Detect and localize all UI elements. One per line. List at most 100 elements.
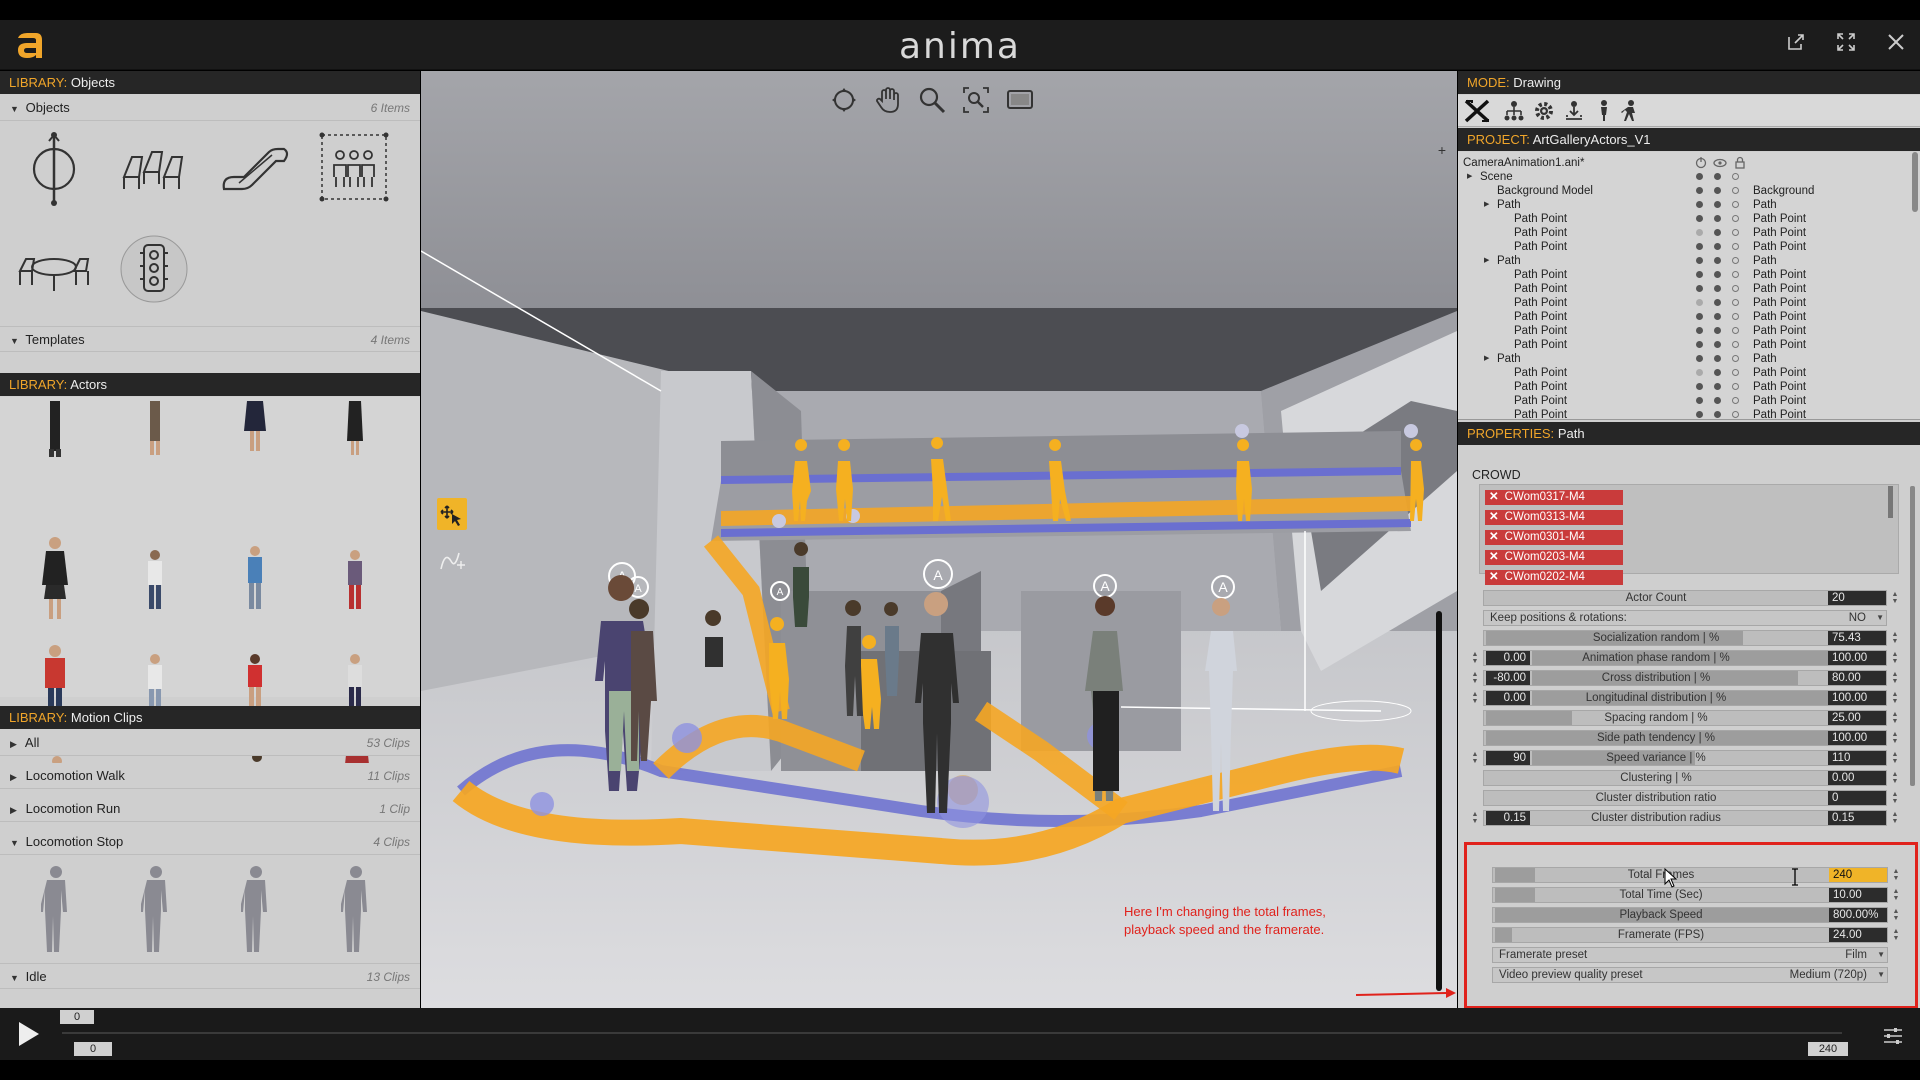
actor-thumbnail[interactable]	[242, 543, 268, 623]
property-value[interactable]: 25.00	[1828, 711, 1886, 725]
tree-scrollbar[interactable]	[1912, 152, 1918, 212]
eye-dot[interactable]	[1714, 341, 1721, 348]
visibility-dot[interactable]	[1696, 215, 1703, 222]
drawing-tools-icon[interactable]	[1462, 97, 1492, 125]
eye-dot[interactable]	[1714, 383, 1721, 390]
spinner-arrows-icon[interactable]: ▲ ▼	[1891, 751, 1899, 765]
clips-section-locomotion-stop[interactable]: ▼ Locomotion Stop 4 Clips	[0, 829, 420, 855]
templates-section-toggle[interactable]: ▼ Templates 4 Items	[0, 326, 420, 352]
property-row[interactable]: Side path tendency | % 100.00	[1483, 730, 1887, 746]
spinner-arrows-icon[interactable]: ▲ ▼	[1891, 731, 1899, 745]
eye-dot[interactable]	[1714, 285, 1721, 292]
visibility-dot[interactable]	[1696, 383, 1703, 390]
properties-scrollbar[interactable]	[1910, 486, 1915, 786]
property-value[interactable]: 100.00	[1828, 691, 1886, 705]
property-row[interactable]: Spacing random | % 25.00	[1483, 710, 1887, 726]
crowd-area-icon[interactable]	[314, 127, 394, 207]
timeline-start-frame[interactable]: 0	[74, 1042, 112, 1056]
lock-dot[interactable]	[1732, 285, 1739, 292]
visibility-dot[interactable]	[1696, 201, 1703, 208]
crowd-actor-item[interactable]: ✕ CWom0317-M4	[1485, 490, 1623, 505]
eye-dot[interactable]	[1714, 299, 1721, 306]
eye-dot[interactable]	[1714, 355, 1721, 362]
actor-walk-icon[interactable]	[1618, 99, 1642, 123]
crowd-actor-item[interactable]: ✕ CWom0202-M4	[1485, 570, 1623, 585]
lock-dot[interactable]	[1732, 369, 1739, 376]
hierarchy-icon[interactable]	[1502, 99, 1526, 123]
property-value[interactable]: 0.00	[1828, 771, 1886, 785]
property-value[interactable]: 100.00	[1828, 731, 1886, 745]
lock-dot[interactable]	[1732, 397, 1739, 404]
clip-thumbnail[interactable]	[141, 864, 171, 954]
eye-dot[interactable]	[1714, 313, 1721, 320]
3d-viewport[interactable]: A A A A A A	[421, 71, 1457, 1008]
property-value[interactable]: 0.15	[1828, 811, 1886, 825]
property-row[interactable]: 0.00 Longitudinal distribution | % 100.00	[1483, 690, 1887, 706]
actor-thumbnail[interactable]	[342, 547, 368, 627]
pan-hand-icon[interactable]	[873, 85, 903, 115]
timeline-end-frame[interactable]: 240	[1808, 1042, 1848, 1056]
lock-dot[interactable]	[1732, 327, 1739, 334]
property-value[interactable]: 20	[1828, 591, 1886, 605]
spinner-arrows-icon[interactable]: ▲ ▼	[1891, 811, 1899, 825]
tree-item[interactable]: Path Point	[1514, 380, 1567, 394]
tree-item[interactable]: Path Point	[1514, 366, 1567, 380]
eye-dot[interactable]	[1714, 229, 1721, 236]
crowd-actor-item[interactable]: ✕ CWom0203-M4	[1485, 550, 1623, 565]
lock-dot[interactable]	[1732, 383, 1739, 390]
remove-icon[interactable]: ✕	[1489, 571, 1499, 583]
property-row[interactable]: Clustering | % 0.00	[1483, 770, 1887, 786]
spinner-arrows-icon[interactable]: ▲ ▼	[1891, 591, 1899, 605]
tree-item[interactable]: Path Point	[1514, 408, 1567, 419]
visibility-dot[interactable]	[1696, 313, 1703, 320]
tree-item[interactable]: Path Point	[1514, 310, 1567, 324]
clip-thumbnail[interactable]	[241, 864, 271, 954]
lock-dot[interactable]	[1732, 173, 1739, 180]
crowd-list-scrollbar[interactable]	[1888, 486, 1893, 518]
lock-dot[interactable]	[1732, 243, 1739, 250]
property-row[interactable]: 0.15 Cluster distribution radius 0.15	[1483, 810, 1887, 826]
popout-icon[interactable]	[1783, 32, 1809, 58]
clip-thumbnail[interactable]	[41, 864, 71, 954]
dropdown-arrow-icon[interactable]: ▼	[1876, 611, 1884, 625]
spinner-arrows-icon[interactable]: ▲ ▼	[1891, 771, 1899, 785]
spinner-arrows-icon[interactable]: ▲ ▼	[1471, 651, 1479, 665]
property-value[interactable]: 75.43	[1828, 631, 1886, 645]
eye-dot[interactable]	[1714, 369, 1721, 376]
lock-dot[interactable]	[1732, 187, 1739, 194]
lock-dot[interactable]	[1732, 271, 1739, 278]
lock-dot[interactable]	[1732, 215, 1739, 222]
escalator-icon[interactable]	[214, 127, 294, 207]
tree-item[interactable]: Background Model	[1497, 184, 1593, 198]
property-value[interactable]: 110	[1828, 751, 1886, 765]
lock-dot[interactable]	[1732, 411, 1739, 418]
property-row[interactable]: 90 Speed variance | % 110	[1483, 750, 1887, 766]
property-row[interactable]: Keep positions & rotations: NO ▼	[1483, 610, 1887, 626]
clips-section-idle[interactable]: ▼ Idle 13 Clips	[0, 963, 420, 989]
eye-dot[interactable]	[1714, 411, 1721, 418]
triangle-right-icon[interactable]: ▶	[1484, 198, 1489, 212]
property-row[interactable]: Actor Count 20	[1483, 590, 1887, 606]
tree-item[interactable]: Path Point	[1514, 268, 1567, 282]
tree-item[interactable]: Path Point	[1514, 240, 1567, 254]
actor-thumbnail[interactable]	[142, 547, 168, 627]
spinner-arrows-icon[interactable]: ▲ ▼	[1891, 631, 1899, 645]
actor-thumbnail[interactable]	[42, 401, 68, 481]
tree-item[interactable]: Path Point	[1514, 296, 1567, 310]
viewport-add-icon[interactable]: +	[1434, 142, 1450, 158]
eye-dot[interactable]	[1714, 257, 1721, 264]
visibility-dot[interactable]	[1696, 173, 1703, 180]
table-chairs-icon[interactable]	[14, 229, 94, 309]
tree-item[interactable]: Path Point	[1514, 324, 1567, 338]
spinner-arrows-icon[interactable]: ▲ ▼	[1891, 651, 1899, 665]
spinner-arrows-icon[interactable]: ▲ ▼	[1471, 671, 1479, 685]
close-icon[interactable]	[1883, 32, 1909, 58]
actor-thumbnail[interactable]	[142, 401, 168, 481]
traffic-light-icon[interactable]	[114, 229, 194, 309]
settings-gear-icon[interactable]	[1532, 99, 1556, 123]
visibility-dot[interactable]	[1696, 327, 1703, 334]
eye-dot[interactable]	[1714, 201, 1721, 208]
clips-section-locomotion-walk[interactable]: ▶ Locomotion Walk 11 Clips	[0, 763, 420, 789]
triangle-right-icon[interactable]: ▶	[1484, 352, 1489, 366]
cinema-seats-icon[interactable]	[114, 127, 194, 207]
